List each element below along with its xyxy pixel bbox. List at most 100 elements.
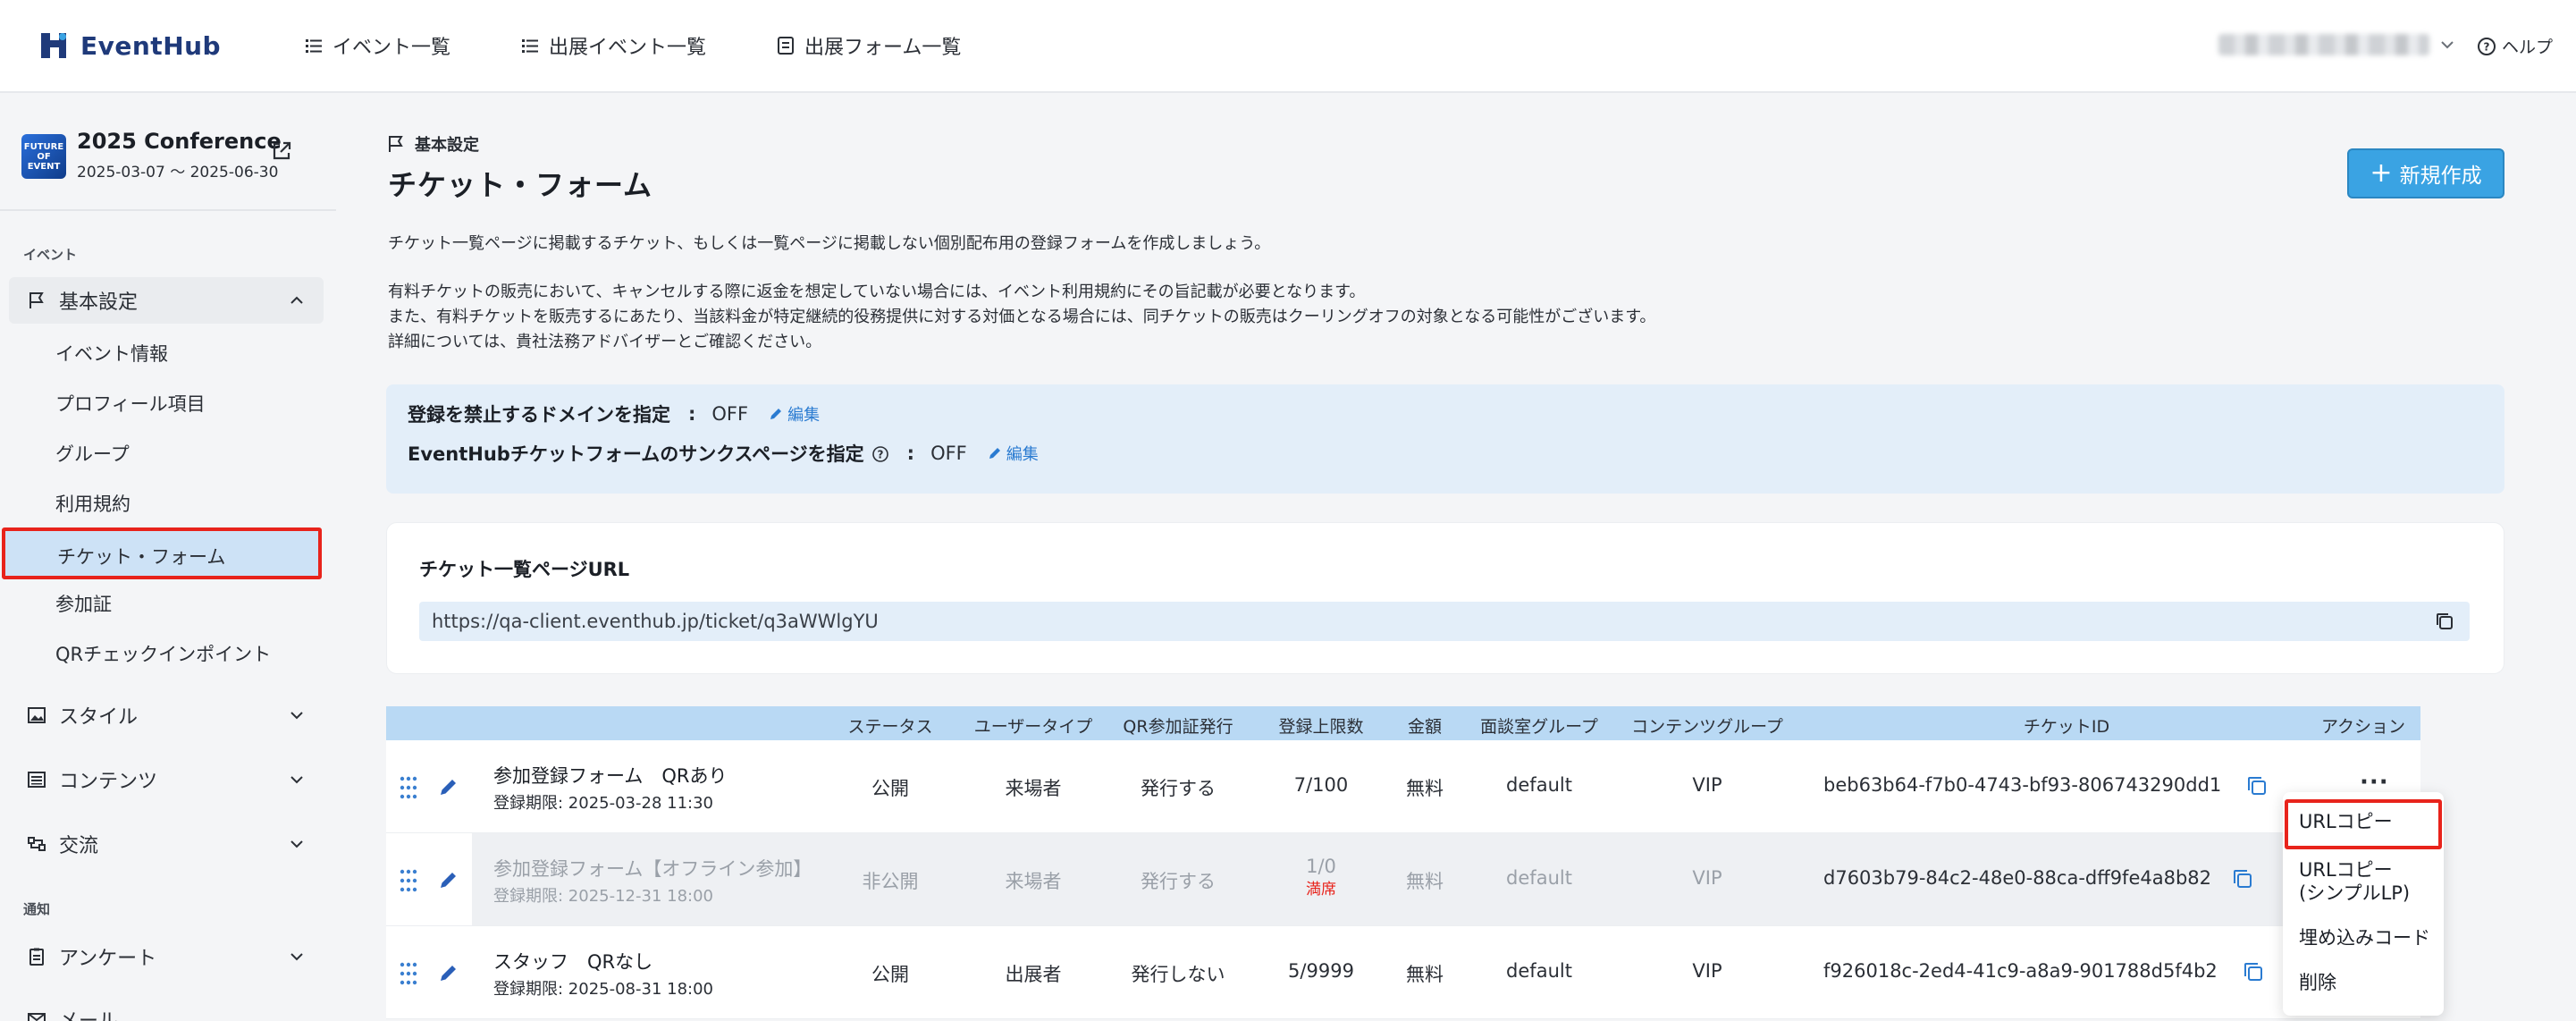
menu-embed-code[interactable]: 埋め込みコード (2299, 926, 2430, 949)
mail-icon (28, 1013, 46, 1021)
main-content: 基本設定 チケット・フォーム + 新規作成 チケット一覧ページに掲載するチケット… (336, 93, 2576, 1021)
sidebar-group-basic-settings[interactable]: 基本設定 (9, 277, 324, 324)
ticket-deadline: 登録期限: 2025-03-28 11:30 (493, 794, 713, 813)
drag-handle-icon[interactable] (397, 867, 420, 894)
sidebar-group-exchange[interactable]: 交流 (9, 821, 324, 867)
list-icon (522, 39, 539, 53)
sidebar-group-survey-label: アンケート (59, 948, 157, 970)
sidebar-item-event-info[interactable]: イベント情報 (55, 340, 168, 367)
col-ticket-id: チケットID (2023, 717, 2110, 737)
sidebar-group-survey[interactable]: アンケート (9, 933, 324, 980)
breadcrumb: 基本設定 (386, 132, 479, 156)
edit-label: 編集 (787, 406, 821, 425)
setting-blocked-domain: 登録を禁止するドメインを指定 : OFF 編集 (408, 401, 820, 427)
table-row[interactable]: 参加登録フォーム【オフライン参加】 登録期限: 2025-12-31 18:00… (386, 833, 2420, 926)
menu-delete[interactable]: 削除 (2299, 971, 2336, 994)
ticket-limit: 1/0 (1306, 856, 1336, 877)
ticket-list-url-value: https://qa-client.eventhub.jp/ticket/q3a… (432, 611, 879, 632)
setting-colon: : (906, 443, 915, 464)
ticket-limit: 7/100 (1293, 774, 1349, 796)
edit-blocked-domain-link[interactable]: 編集 (768, 402, 820, 426)
copy-icon[interactable] (2434, 611, 2455, 632)
ticket-list-url-label: チケット一覧ページURL (419, 559, 630, 580)
external-link-icon[interactable] (270, 139, 293, 163)
sidebar-item-ticket-form[interactable]: チケット・フォーム (2, 527, 322, 579)
drag-handle-icon[interactable] (397, 774, 420, 801)
ticket-user-type: 出展者 (1005, 964, 1062, 985)
ticket-list-url-card: チケット一覧ページURL https://qa-client.eventhub.… (386, 522, 2504, 674)
user-menu[interactable] (2218, 34, 2456, 55)
sidebar-item-groups[interactable]: グループ (55, 440, 130, 467)
drag-handle-icon[interactable] (397, 960, 420, 987)
col-qr: QR参加証発行 (1123, 717, 1233, 737)
ticket-status: 非公開 (862, 871, 919, 892)
sidebar-item-admission-badge[interactable]: 参加証 (55, 590, 112, 617)
col-content-group: コンテンツグループ (1631, 717, 1783, 737)
event-dates: 2025-03-07 〜 2025-06-30 (77, 164, 279, 181)
new-create-label: 新規作成 (2399, 165, 2482, 188)
setting-thanks-page-value: OFF (930, 443, 967, 464)
page-title: チケット・フォーム (388, 168, 653, 202)
eventhub-logo[interactable]: EventHub (36, 28, 304, 63)
setting-thanks-page-label: EventHubチケットフォームのサンクスページを指定? (408, 440, 889, 467)
plus-icon: + (2370, 157, 2393, 189)
help-link[interactable]: ? ヘルプ (2477, 34, 2553, 58)
ticket-status: 公開 (871, 964, 909, 985)
col-limit: 登録上限数 (1278, 717, 1364, 737)
sidebar-group-style-label: スタイル (59, 706, 139, 729)
sidebar-item-terms[interactable]: 利用規約 (55, 490, 130, 517)
menu-url-copy-simple-lp[interactable]: URLコピー (シンプルLP) (2299, 858, 2410, 905)
ticket-limit: 5/9999 (1288, 960, 1354, 982)
description-line-3: また、有料チケットを販売するにあたり、当該料金が特定継続的役務提供に対する対価と… (388, 308, 1656, 326)
setting-blocked-domain-label: 登録を禁止するドメインを指定 (408, 404, 670, 426)
table-row[interactable]: 参加登録フォーム QRあり 登録期限: 2025-03-28 11:30 公開 … (386, 740, 2420, 833)
event-thumbnail: FUTURE OF EVENT (21, 134, 66, 179)
copy-icon[interactable] (2242, 960, 2265, 983)
top-navigation-bar: EventHub イベント一覧 出展イベント一覧 出展フォーム一覧 ? ヘルプ (0, 0, 2576, 93)
nav-exhibit-form-list[interactable]: 出展フォーム一覧 (776, 31, 961, 60)
ticket-deadline: 登録期限: 2025-08-31 18:00 (493, 980, 713, 999)
top-nav: イベント一覧 出展イベント一覧 出展フォーム一覧 (304, 31, 1031, 60)
help-icon: ? (2477, 37, 2496, 55)
help-label: ヘルプ (2501, 38, 2553, 57)
ticket-id: d7603b79-84c2-48e0-88ca-dff9fe4a8b82 (1823, 867, 2212, 889)
col-meeting-group: 面談室グループ (1480, 717, 1598, 737)
sidebar-item-qr-checkin[interactable]: QRチェックインポイント (55, 640, 271, 667)
table-row[interactable]: スタッフ QRなし 登録期限: 2025-08-31 18:00 公開 出展者 … (386, 926, 2420, 1019)
pencil-icon (989, 448, 1000, 459)
sidebar-group-contents[interactable]: コンテンツ (9, 756, 324, 803)
col-action: アクション (2320, 717, 2406, 737)
settings-panel: 登録を禁止するドメインを指定 : OFF 編集 EventHubチケットフォーム… (386, 384, 2504, 494)
sidebar-item-ticket-form-label: チケット・フォーム (57, 546, 226, 568)
user-name-redacted (2218, 34, 2429, 55)
copy-icon[interactable] (2231, 867, 2254, 890)
ticket-limit-cell: 1/0 満席 (1306, 855, 1336, 901)
nav-exhibit-event-list[interactable]: 出展イベント一覧 (520, 31, 706, 60)
flag-icon (29, 292, 44, 308)
ticket-list-url-field[interactable]: https://qa-client.eventhub.jp/ticket/q3a… (419, 602, 2470, 641)
chevron-down-icon (290, 776, 303, 784)
new-create-button[interactable]: + 新規作成 (2347, 148, 2504, 198)
breadcrumb-label: 基本設定 (415, 136, 479, 155)
sold-out-badge: 満席 (1306, 881, 1336, 899)
ticket-content-group: VIP (1692, 960, 1722, 982)
ticket-deadline: 登録期限: 2025-12-31 18:00 (493, 887, 713, 906)
brand-name: EventHub (80, 30, 222, 61)
pencil-icon (770, 409, 782, 419)
sidebar-group-style[interactable]: スタイル (9, 692, 324, 738)
edit-pencil-icon[interactable] (438, 962, 459, 983)
edit-thanks-page-link[interactable]: 編集 (987, 442, 1039, 465)
ticket-meeting-group: default (1506, 774, 1572, 796)
sidebar-group-contents-label: コンテンツ (59, 771, 158, 793)
nav-event-list[interactable]: イベント一覧 (304, 31, 450, 60)
edit-pencil-icon[interactable] (438, 776, 459, 797)
question-icon[interactable]: ? (871, 445, 889, 463)
sidebar-divider (0, 209, 336, 211)
sidebar-item-profile-fields[interactable]: プロフィール項目 (55, 390, 206, 417)
edit-pencil-icon[interactable] (438, 869, 459, 890)
copy-icon[interactable] (2245, 774, 2269, 797)
sidebar-group-mail[interactable]: メール (9, 996, 324, 1021)
nav-event-list-label: イベント一覧 (333, 37, 451, 59)
ticket-user-type: 来場者 (1005, 871, 1062, 892)
ticket-status: 公開 (871, 778, 909, 799)
